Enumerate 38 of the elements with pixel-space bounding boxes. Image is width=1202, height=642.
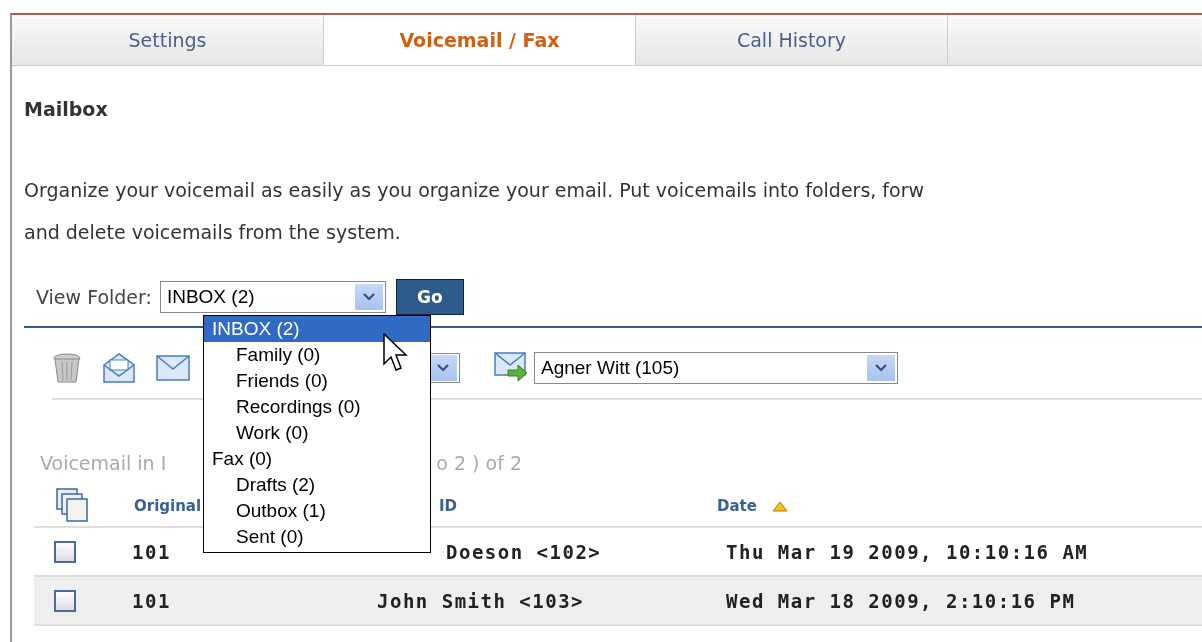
folder-option[interactable]: Family (0) bbox=[204, 342, 430, 368]
table-cell: Thu Mar 19 2009, 10:10:16 AM bbox=[726, 540, 1089, 563]
forward-to-select[interactable]: Agner Witt (105) bbox=[534, 352, 898, 384]
column-header[interactable]: Original bbox=[134, 497, 202, 515]
folder-option[interactable]: Drafts (2) bbox=[204, 472, 430, 498]
folder-select[interactable]: INBOX (2) bbox=[159, 281, 386, 313]
description-text: and delete voicemails from the system. bbox=[24, 220, 402, 245]
forward-envelope-icon[interactable] bbox=[494, 352, 528, 384]
status-text: o 2 ) of 2 bbox=[436, 452, 522, 476]
table-cell: 101 bbox=[132, 540, 171, 563]
folder-option[interactable]: Fax (0) bbox=[204, 446, 430, 472]
mouse-cursor-icon bbox=[383, 333, 409, 373]
column-header[interactable]: Date bbox=[717, 497, 757, 515]
folder-option[interactable]: Work (0) bbox=[204, 420, 430, 446]
open-envelope-icon[interactable] bbox=[102, 352, 136, 384]
status-text: Voicemail in I bbox=[40, 452, 167, 476]
table-cell: Wed Mar 18 2009, 2:10:16 PM bbox=[726, 589, 1076, 612]
trash-icon[interactable] bbox=[52, 352, 82, 384]
row-checkbox[interactable] bbox=[54, 540, 76, 563]
table-cell: Doeson <102> bbox=[446, 540, 602, 563]
view-folder-label: View Folder: bbox=[36, 286, 152, 308]
tab[interactable]: Call History bbox=[636, 15, 948, 65]
envelope-icon[interactable] bbox=[156, 355, 190, 381]
section-title: Mailbox bbox=[24, 98, 109, 122]
folder-option[interactable]: Friends (0) bbox=[204, 368, 430, 394]
go-button[interactable]: Go bbox=[395, 279, 464, 315]
row-checkbox[interactable] bbox=[54, 589, 76, 612]
sort-ascending-icon bbox=[772, 501, 788, 512]
folder-option[interactable]: INBOX (2) bbox=[204, 316, 430, 342]
folder-option[interactable]: Outbox (1) bbox=[204, 498, 430, 524]
table-cell: 101 bbox=[132, 589, 171, 612]
folder-option[interactable]: Recordings (0) bbox=[204, 394, 430, 420]
table-cell: John Smith <103> bbox=[377, 589, 585, 612]
folder-option[interactable]: Sent (0) bbox=[204, 524, 430, 550]
select-all-icon[interactable] bbox=[56, 488, 90, 524]
tab[interactable]: Settings bbox=[12, 15, 324, 65]
description-text: Organize your voicemail as easily as you organize your email. Put voicemails into folders, forw bbox=[24, 178, 926, 203]
column-header[interactable]: ID bbox=[439, 497, 458, 515]
